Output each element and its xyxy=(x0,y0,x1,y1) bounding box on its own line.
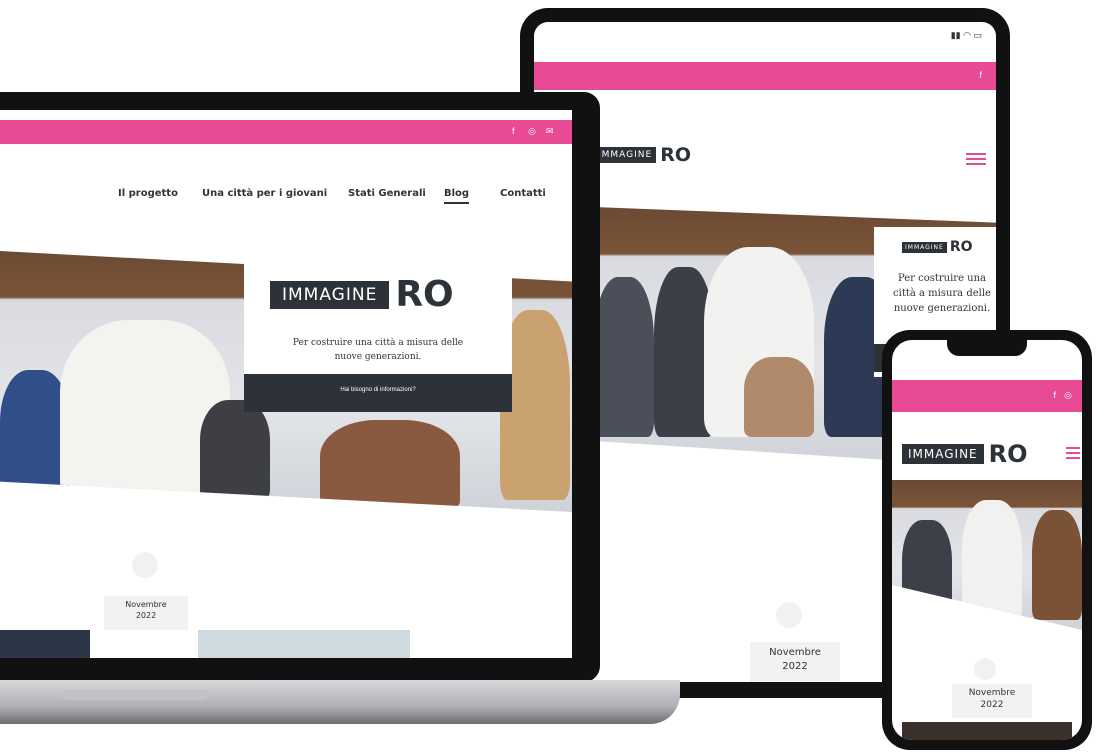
logo-word: IMMAGINE xyxy=(594,147,657,163)
phone-top-bar: f ◎ xyxy=(892,380,1082,412)
phone-screen: f ◎ IMMAGINE RO Novembre 2022 xyxy=(892,340,1082,740)
tablet-hero-tagline: Per costruire una città a misura delle n… xyxy=(893,273,991,314)
tablet-logo[interactable]: IMMAGINE RO xyxy=(594,144,691,166)
laptop-base xyxy=(0,680,680,724)
phone-scroll-icon xyxy=(974,658,996,680)
laptop-hero-logo: IMMAGINE RO xyxy=(270,274,454,315)
logo-word: IMMAGINE xyxy=(902,241,947,253)
tablet-scroll-icon xyxy=(776,602,802,628)
nav-una-citta[interactable]: Una città per i giovani xyxy=(202,188,327,199)
laptop-trackpad-notch xyxy=(60,690,210,700)
instagram-icon[interactable]: ◎ xyxy=(528,126,536,137)
tablet-date-badge: Novembre 2022 xyxy=(750,642,840,682)
hamburger-menu-icon[interactable] xyxy=(1066,444,1080,462)
laptop-device: f ◎ ✉ Il progetto Una città per i giovan… xyxy=(0,92,600,682)
facebook-icon[interactable]: f xyxy=(1053,390,1056,400)
logo-suffix: RO xyxy=(395,274,454,315)
laptop-date-month: Novembre xyxy=(125,600,167,609)
tablet-top-bar: f xyxy=(534,62,996,90)
logo-suffix: RO xyxy=(660,144,692,166)
instagram-icon[interactable]: ◎ xyxy=(1064,390,1072,401)
laptop-post-thumb-2[interactable] xyxy=(198,630,410,658)
nav-contatti[interactable]: Contatti xyxy=(500,188,546,199)
nav-il-progetto[interactable]: Il progetto xyxy=(118,188,178,199)
nav-stati-generali[interactable]: Stati Generali xyxy=(348,188,426,199)
laptop-cta-label: Hai bisogno di informazioni? xyxy=(340,387,416,393)
logo-word: IMMAGINE xyxy=(270,280,390,309)
phone-date-month: Novembre xyxy=(968,688,1016,698)
hamburger-menu-icon[interactable] xyxy=(966,150,986,168)
laptop-post-thumb-1[interactable] xyxy=(0,630,90,658)
laptop-date-badge: Novembre 2022 xyxy=(104,596,188,630)
facebook-icon[interactable]: f xyxy=(512,126,515,136)
phone-hero-image xyxy=(892,480,1082,630)
laptop-nav: Il progetto Una città per i giovani Stat… xyxy=(0,188,572,208)
phone-notch xyxy=(947,340,1027,356)
phone-post-thumb[interactable] xyxy=(902,722,1072,740)
laptop-date-year: 2022 xyxy=(135,610,157,620)
tablet-date-month: Novembre xyxy=(769,647,821,658)
logo-word: IMMAGINE xyxy=(902,444,984,464)
nav-blog[interactable]: Blog xyxy=(444,188,470,204)
phone-device: f ◎ IMMAGINE RO Novembre 2022 xyxy=(882,330,1092,750)
laptop-hero-tagline: Per costruire una città a misura delle n… xyxy=(292,338,464,362)
logo-suffix: RO xyxy=(949,239,973,255)
laptop-screen: f ◎ ✉ Il progetto Una città per i giovan… xyxy=(0,110,572,658)
laptop-top-bar: f ◎ ✉ xyxy=(0,120,572,144)
facebook-icon[interactable]: f xyxy=(979,70,982,80)
logo-suffix: RO xyxy=(988,440,1028,468)
phone-date-badge: Novembre 2022 xyxy=(952,684,1032,718)
laptop-scroll-icon xyxy=(132,552,158,578)
laptop-cta-button[interactable]: Hai bisogno di informazioni? xyxy=(244,374,512,412)
tablet-date-year: 2022 xyxy=(782,660,808,672)
phone-logo[interactable]: IMMAGINE RO xyxy=(902,440,1028,468)
phone-date-year: 2022 xyxy=(980,700,1004,711)
mail-icon[interactable]: ✉ xyxy=(546,126,554,137)
tablet-status-bar: ▮▮ ◠ ▭ xyxy=(950,30,982,40)
